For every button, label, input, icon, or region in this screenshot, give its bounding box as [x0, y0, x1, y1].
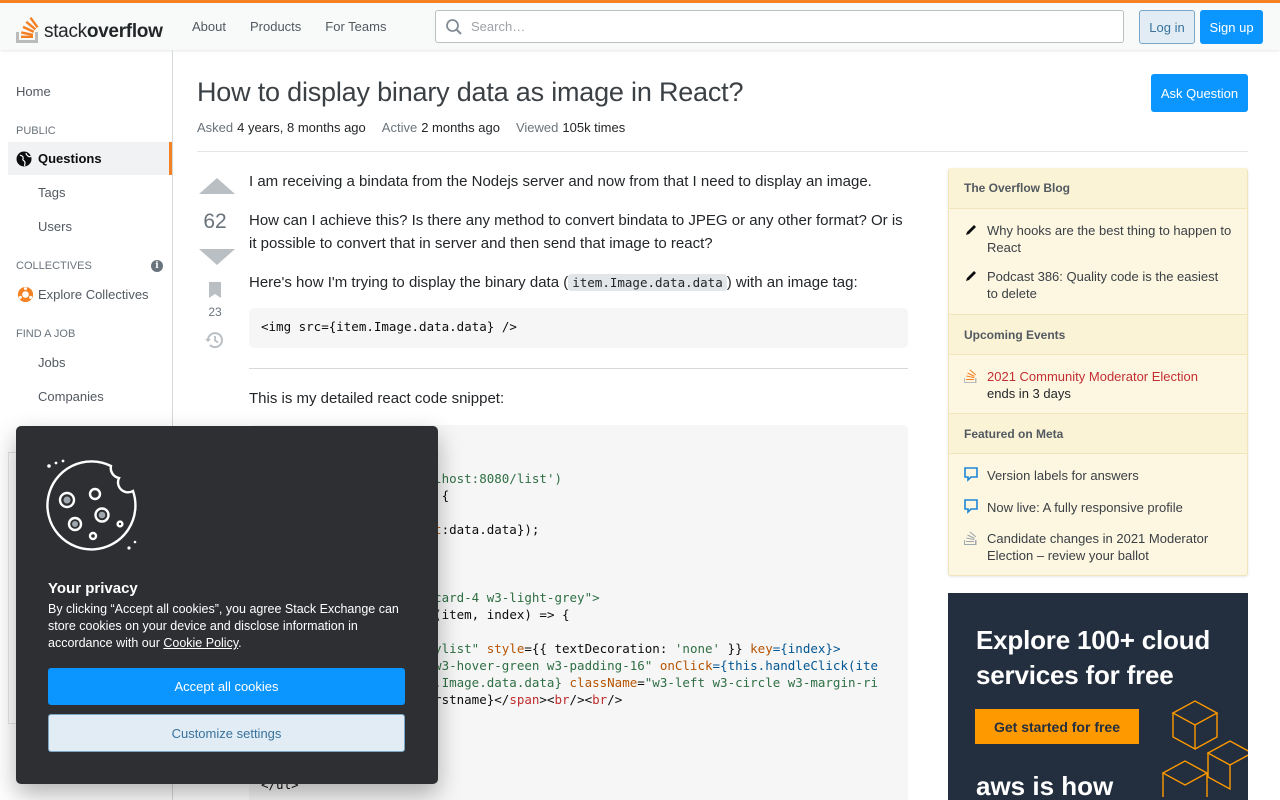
post-paragraph: Here's how I'm trying to display the bin… [249, 274, 858, 291]
code-line: em.Image.data.data} className="w3-left w… [419, 675, 879, 690]
stackoverflow-logo-icon [16, 17, 39, 43]
sidebar-item-companies[interactable]: Companies [38, 389, 104, 404]
code-line: " w3-hover-green w3-padding-16" onClick=… [419, 658, 879, 673]
top-nav: About Products For Teams [180, 11, 398, 42]
code-block: <img src={item.Image.data.data} /> [249, 308, 908, 348]
code-line: p((item, index) => { [419, 607, 570, 622]
customize-settings-button[interactable]: Customize settings [48, 714, 405, 752]
search-icon [446, 18, 462, 35]
sidebar-item-questions[interactable]: Questions [8, 142, 172, 175]
sidebar-item-home[interactable]: Home [16, 84, 51, 99]
cookie-icon [46, 459, 137, 551]
blog-heading: The Overflow Blog [949, 168, 1247, 209]
ad-tagline: aws is how [976, 771, 1114, 800]
event-countdown: ends in 3 days [987, 386, 1071, 401]
collectives-icon [17, 286, 34, 306]
active-label: Active [381, 120, 418, 135]
sidebar-item-label: Questions [38, 151, 102, 166]
pencil-icon [964, 223, 978, 240]
downvote-arrow-icon[interactable] [199, 249, 235, 265]
viewed-value: 105k times [562, 120, 626, 135]
blog-item[interactable]: Podcast 386: Quality code is the easiest… [987, 268, 1232, 302]
ad-cube-graphic [1161, 700, 1248, 797]
header-divider [197, 151, 1248, 152]
aws-ad[interactable]: Explore 100+ cloud services for free Get… [948, 593, 1248, 800]
sidebar-heading-find-a-job: FIND A JOB [16, 328, 76, 340]
meta-item[interactable]: Version labels for answers [987, 467, 1232, 484]
bookmark-count: 23 [208, 305, 222, 319]
cookie-title: Your privacy [48, 580, 138, 597]
question-meta: Asked 4 years, 8 months ago Active 2 month… [197, 120, 625, 135]
stackoverflow-logo[interactable]: stackoverflow [16, 9, 163, 43]
cookie-policy-link[interactable]: Cookie Policy [163, 636, 238, 650]
meta-heading: Featured on Meta [949, 413, 1247, 454]
globe-icon [16, 151, 32, 166]
viewed-label: Viewed [515, 120, 559, 135]
upvote-arrow-icon[interactable] [199, 178, 235, 194]
nav-about[interactable]: About [180, 11, 238, 42]
cookie-text: By clicking “Accept all cookies”, you ag… [48, 602, 399, 650]
code-line: laylist" style={{ textDecoration: 'none'… [419, 641, 841, 656]
ask-question-button[interactable]: Ask Question [1151, 74, 1248, 112]
info-icon[interactable]: i [151, 260, 163, 272]
question-title[interactable]: How to display binary data as image in R… [197, 77, 743, 108]
speech-bubble-icon [964, 467, 978, 485]
post-paragraph: How can I achieve this? Is there any met… [249, 212, 903, 252]
nav-for-teams[interactable]: For Teams [313, 11, 398, 42]
ad-cta-button[interactable]: Get started for free [975, 709, 1139, 744]
sidebar-heading-public: PUBLIC [16, 125, 56, 137]
meta-item[interactable]: Now live: A fully responsive profile [987, 499, 1232, 516]
sidebar-item-explore-collectives[interactable]: Explore Collectives [38, 287, 149, 302]
signup-button[interactable]: Sign up [1200, 10, 1263, 44]
sidebar-item-tags[interactable]: Tags [38, 185, 65, 200]
vote-count: 62 [203, 210, 227, 233]
active-value[interactable]: 2 months ago [421, 120, 500, 135]
sidebar-item-jobs[interactable]: Jobs [38, 355, 65, 370]
event-link[interactable]: 2021 Community Moderator Election [987, 368, 1232, 385]
post-divider [249, 368, 908, 369]
top-bar: stackoverflow About Products For Teams L… [0, 0, 1280, 50]
ad-headline: Explore 100+ cloud services for free [976, 625, 1211, 690]
meta-item[interactable]: Candidate changes in 2021 Moderator Elec… [987, 530, 1232, 564]
stack-exchange-icon [964, 530, 978, 548]
code-line: 3-card-4 w3-light-grey"> [419, 590, 600, 605]
events-heading: Upcoming Events [949, 314, 1247, 355]
login-button[interactable]: Log in [1139, 10, 1195, 44]
asked-label: Asked [197, 120, 234, 135]
post-paragraph: This is my detailed react code snippet: [249, 390, 505, 407]
search-box[interactable] [435, 10, 1124, 43]
cookie-consent-dialog: Your privacy By clicking “Accept all coo… [16, 426, 438, 784]
code-line: Firstname}</span><br/><br/> [419, 692, 623, 707]
search-input[interactable] [471, 19, 1071, 34]
code-line: calhost:8080/list') [419, 471, 562, 486]
inline-code: item.Image.data.data [568, 274, 727, 291]
question-body: I am receiving a bindata from the Nodejs… [249, 170, 909, 310]
sidebar-heading-collectives: COLLECTIVES [16, 260, 92, 272]
bookmark-icon[interactable] [209, 282, 221, 301]
accept-all-cookies-button[interactable]: Accept all cookies [48, 668, 405, 705]
speech-bubble-icon [964, 499, 978, 517]
pencil-icon [964, 269, 978, 286]
sidebar-item-users[interactable]: Users [38, 219, 72, 234]
stack-exchange-icon [964, 368, 978, 386]
history-icon[interactable] [205, 331, 224, 352]
blog-item[interactable]: Why hooks are the best thing to happen t… [987, 222, 1232, 256]
logo-text: stackoverflow [44, 21, 163, 42]
sidebar-widget: The Overflow Blog Why hooks are the best… [948, 168, 1248, 576]
post-paragraph: I am receiving a bindata from the Nodejs… [249, 173, 872, 190]
nav-products[interactable]: Products [238, 11, 313, 42]
asked-value: 4 years, 8 months ago [237, 120, 366, 135]
